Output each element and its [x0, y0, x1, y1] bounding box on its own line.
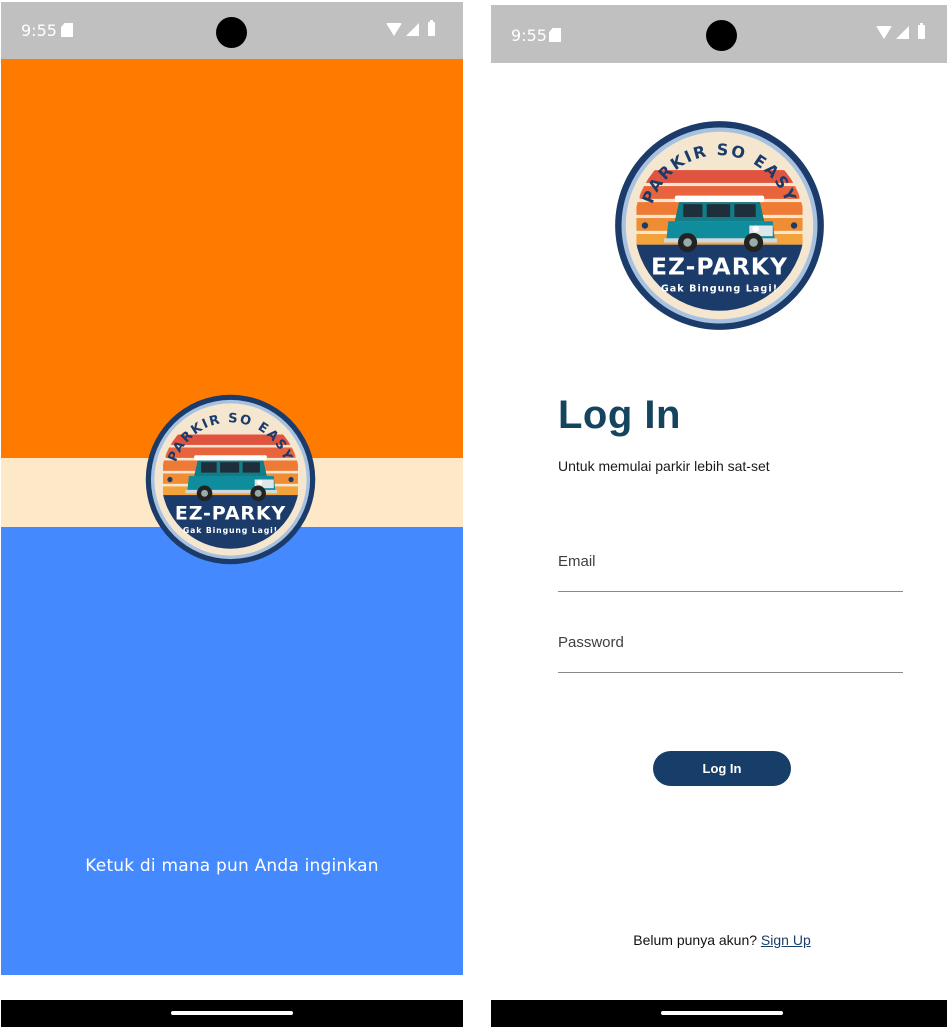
- wifi-icon: [386, 22, 402, 36]
- logo-tagline: Gak Bingung Lagi!: [661, 284, 778, 295]
- signup-prompt: Belum punya akun?: [633, 932, 758, 948]
- wifi-icon: [876, 25, 892, 39]
- camera-cutout: [706, 20, 737, 51]
- navigation-bar: [491, 1000, 947, 1027]
- page-title: Log In: [558, 393, 681, 437]
- status-bar: 9:55: [491, 5, 947, 63]
- signal-icon: [406, 22, 419, 36]
- signup-row: Belum punya akun? Sign Up: [491, 932, 947, 948]
- email-field[interactable]: [558, 553, 903, 570]
- signup-link[interactable]: Sign Up: [761, 932, 811, 948]
- logo-tagline: Gak Bingung Lagi!: [183, 526, 278, 535]
- home-gesture-handle[interactable]: [171, 1011, 293, 1015]
- page-subtitle: Untuk memulai parkir lebih sat-set: [558, 458, 770, 474]
- signal-icon: [896, 25, 909, 39]
- ez-parky-logo: PARKIR SO EASY EZ-PARKY Gak Bingung Lagi…: [613, 119, 826, 332]
- logo-name: EZ-PARKY: [175, 502, 286, 524]
- splash-footer-strip: [1, 975, 463, 1001]
- password-field-container: [558, 634, 903, 673]
- camera-cutout: [216, 17, 247, 48]
- login-button[interactable]: Log In: [653, 751, 791, 786]
- sd-card-icon: [549, 28, 561, 42]
- password-field[interactable]: [558, 634, 903, 651]
- navigation-bar: [1, 1000, 463, 1027]
- email-field-container: [558, 553, 903, 592]
- sd-card-icon: [61, 23, 73, 37]
- ez-parky-logo: PARKIR SO EASY EZ-PARKY Gak Bingung Lagi…: [144, 393, 317, 566]
- home-gesture-handle[interactable]: [661, 1011, 783, 1015]
- splash-screen[interactable]: 9:55 PARKIR SO EASY EZ-PARKY Gak Bingung…: [1, 0, 463, 1027]
- logo-name: EZ-PARKY: [651, 252, 788, 280]
- battery-icon: [918, 23, 925, 39]
- login-screen: 9:55 PARKIR SO EASY EZ-PARKY Gak Bingung…: [491, 0, 947, 1027]
- battery-icon: [428, 20, 435, 36]
- splash-bottom-band: [1, 527, 463, 975]
- tap-anywhere-caption: Ketuk di mana pun Anda inginkan: [85, 856, 379, 876]
- status-bar: 9:55: [1, 2, 463, 59]
- status-time: 9:55: [511, 26, 547, 45]
- status-time: 9:55: [21, 21, 57, 40]
